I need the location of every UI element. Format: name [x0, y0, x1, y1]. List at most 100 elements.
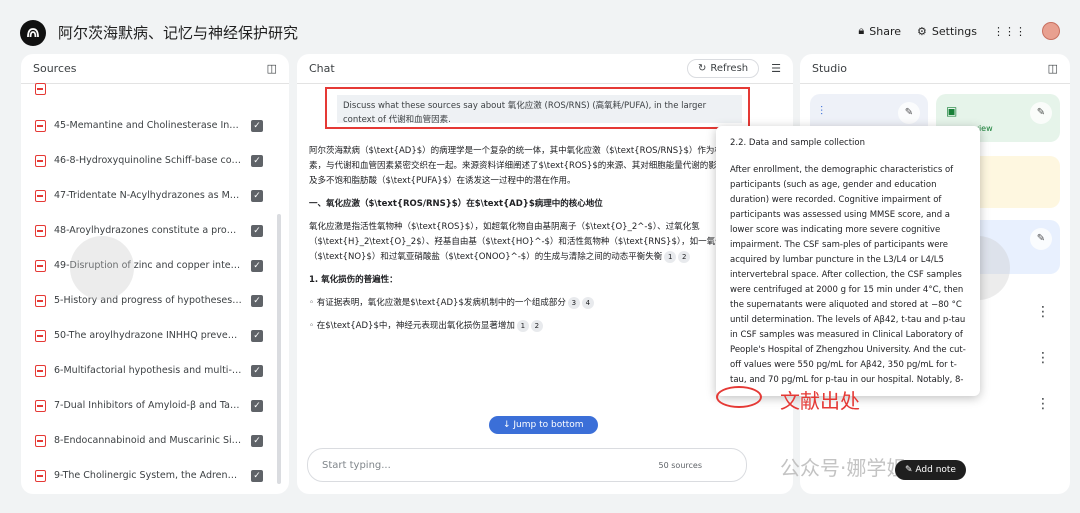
chat-input-placeholder: Start typing... [322, 459, 391, 471]
answer-sub-1: 1. 氧化损伤的普遍性： [309, 275, 398, 285]
checkbox[interactable]: ✓ [251, 434, 263, 447]
more-options-icon[interactable]: ⋮ [1036, 304, 1050, 320]
refresh-icon: ↻ [697, 63, 707, 74]
popup-title: 2.2. Data and sample collection [730, 138, 865, 148]
user-query: Discuss what these sources say about 氧化应… [337, 95, 742, 125]
answer-para-1: 氧化应激是指活性氧物种（$\text{ROS}$），如超氧化物自由基阴离子（$\… [309, 222, 733, 263]
edit-icon[interactable]: ✎ [898, 102, 920, 124]
checkbox[interactable]: ✓ [251, 294, 263, 307]
source-list-item[interactable]: 9-The Cholinergic System, the Adrenergic… [21, 458, 289, 493]
pdf-icon [35, 259, 46, 272]
source-title: 50-The aroylhydrazone INHHQ prevents mem… [54, 330, 242, 341]
source-title: 5-History and progress of hypotheses and… [54, 295, 242, 306]
source-title: 8-Endocannabinoid and Muscarinic Signali… [54, 435, 242, 446]
more-options-icon[interactable]: ⋮ [1036, 396, 1050, 412]
citation-chip[interactable]: 3 [567, 297, 580, 309]
prev-nav-circle[interactable] [70, 236, 134, 300]
edit-icon[interactable]: ✎ [1030, 102, 1052, 124]
chat-header: Chat [309, 62, 335, 75]
checkbox[interactable]: ✓ [251, 469, 263, 482]
pdf-icon [35, 224, 46, 237]
pdf-icon [35, 294, 46, 307]
sources-header: Sources [33, 62, 77, 75]
video-icon: ▣ [946, 104, 958, 118]
pdf-icon [35, 83, 46, 95]
source-list-item[interactable]: 49-Disruption of zinc and copper interac… [21, 248, 289, 283]
citation-chip[interactable]: 2 [678, 251, 691, 263]
jump-to-bottom-button[interactable]: ↓ Jump to bottom [489, 416, 598, 434]
source-title: 46-8-Hydroxyquinoline Schiff-base compou… [54, 155, 242, 166]
notebook-title[interactable]: 阿尔茨海默病、记忆与神经保护研究 [58, 22, 298, 43]
source-list-item[interactable]: 47-Tridentate N-Acylhydrazones as Modera… [21, 178, 289, 213]
sources-panel: Sources ◫ 45-Memantine and Cholinesteras… [21, 54, 289, 494]
sources-scrollbar[interactable] [277, 214, 281, 484]
checkbox[interactable]: ✓ [251, 259, 263, 272]
source-title: 6-Multifactorial hypothesis and multi-ta… [54, 365, 242, 376]
citation-popup: 2.2. Data and sample collection After en… [716, 126, 980, 396]
query-highlight-box: Discuss what these sources say about 氧化应… [325, 87, 750, 129]
source-list-item[interactable]: 8-Endocannabinoid and Muscarinic Signali… [21, 423, 289, 458]
top-bar: 阿尔茨海默病、记忆与神经保护研究 🔒︎ Share ⚙ Settings ⋮⋮⋮ [0, 0, 1080, 56]
source-list: 45-Memantine and Cholinesterase Inhibito… [21, 84, 289, 493]
refresh-button[interactable]: ↻ Refresh [686, 59, 760, 78]
checkbox[interactable]: ✓ [251, 224, 263, 237]
source-title: 7-Dual Inhibitors of Amyloid-β and Tau A… [54, 400, 242, 411]
avatar[interactable] [1042, 22, 1060, 40]
checkbox[interactable]: ✓ [251, 119, 263, 132]
pdf-icon [35, 189, 46, 202]
watermark: 公众号·娜学姐 [780, 456, 907, 480]
citation-highlight-ellipse [716, 386, 762, 408]
more-options-icon[interactable]: ⋮ [1036, 350, 1050, 366]
settings-label: Settings [931, 24, 977, 38]
source-count: 50 sources [658, 460, 702, 470]
apps-grid-icon[interactable]: ⋮⋮⋮ [993, 25, 1026, 38]
checkbox[interactable]: ✓ [251, 399, 263, 412]
answer-section-1: 一、氧化应激（$\text{ROS/RNS}$）在$\text{AD}$病理中的… [309, 199, 603, 209]
source-title: 47-Tridentate N-Acylhydrazones as Modera… [54, 190, 242, 201]
refresh-label: Refresh [710, 63, 749, 74]
checkbox[interactable]: ✓ [251, 154, 263, 167]
pdf-icon [35, 469, 46, 482]
annotation-label: 文献出处 [780, 389, 860, 413]
chat-answer: 阿尔茨海默病（$\text{AD}$）的病理学是一个复杂的统一体，其中氧化应激（… [309, 144, 749, 342]
source-list-item[interactable]: 6-Multifactorial hypothesis and multi-ta… [21, 353, 289, 388]
checkbox[interactable]: ✓ [251, 364, 263, 377]
source-title: 45-Memantine and Cholinesterase Inhibito… [54, 120, 242, 131]
answer-intro: 阿尔茨海默病（$\text{AD}$）的病理学是一个复杂的统一体，其中氧化应激（… [309, 146, 743, 186]
source-list-item[interactable]: 7-Dual Inhibitors of Amyloid-β and Tau A… [21, 388, 289, 423]
source-list-item[interactable]: 45-Memantine and Cholinesterase Inhibito… [21, 108, 289, 143]
edit-icon[interactable]: ✎ [1030, 228, 1052, 250]
share-label: Share [869, 24, 901, 38]
citation-chip[interactable]: 1 [664, 251, 677, 263]
gear-icon: ⚙ [917, 24, 927, 38]
pdf-icon [35, 329, 46, 342]
citation-chip[interactable]: 1 [516, 320, 529, 332]
source-list-item[interactable]: 5-History and progress of hypotheses and… [21, 283, 289, 318]
pdf-icon [35, 364, 46, 377]
citation-chip[interactable]: 4 [581, 297, 594, 309]
source-list-item[interactable]: 46-8-Hydroxyquinoline Schiff-base compou… [21, 143, 289, 178]
audio-wave-icon: ⫶ [820, 104, 824, 118]
list-item-partial[interactable] [35, 83, 54, 95]
settings-button[interactable]: ⚙ Settings [917, 25, 977, 38]
collapse-panel-icon[interactable]: ◫ [267, 62, 277, 75]
chat-input[interactable]: Start typing... 50 sources [307, 448, 747, 482]
studio-header: Studio [812, 62, 848, 75]
answer-bullet-2: ◦ 在$\text{AD}$中，神经元表现出氧化损伤显著增加 1 2 [309, 319, 749, 334]
add-note-button[interactable]: ✎ Add note [895, 460, 966, 480]
notebooklm-logo-icon[interactable] [20, 20, 46, 46]
pdf-icon [35, 154, 46, 167]
checkbox[interactable]: ✓ [251, 329, 263, 342]
collapse-studio-icon[interactable]: ◫ [1048, 62, 1058, 75]
share-button[interactable]: 🔒︎ Share [858, 24, 901, 38]
source-title: 48-Aroylhydrazones constitute a promisin… [54, 225, 242, 236]
citation-chip[interactable]: 2 [530, 320, 543, 332]
checkbox[interactable]: ✓ [251, 189, 263, 202]
source-list-item[interactable]: 50-The aroylhydrazone INHHQ prevents mem… [21, 318, 289, 353]
source-list-item[interactable]: 48-Aroylhydrazones constitute a promisin… [21, 213, 289, 248]
tune-icon[interactable]: ☰ [771, 62, 781, 75]
popup-body: After enrollment, the demographic charac… [730, 165, 966, 385]
answer-bullet-1: ◦ 有证据表明，氧化应激是$\text{AD}$发病机制中的一个组成部分 3 4 [309, 296, 749, 311]
pdf-icon [35, 399, 46, 412]
pdf-icon [35, 119, 46, 132]
